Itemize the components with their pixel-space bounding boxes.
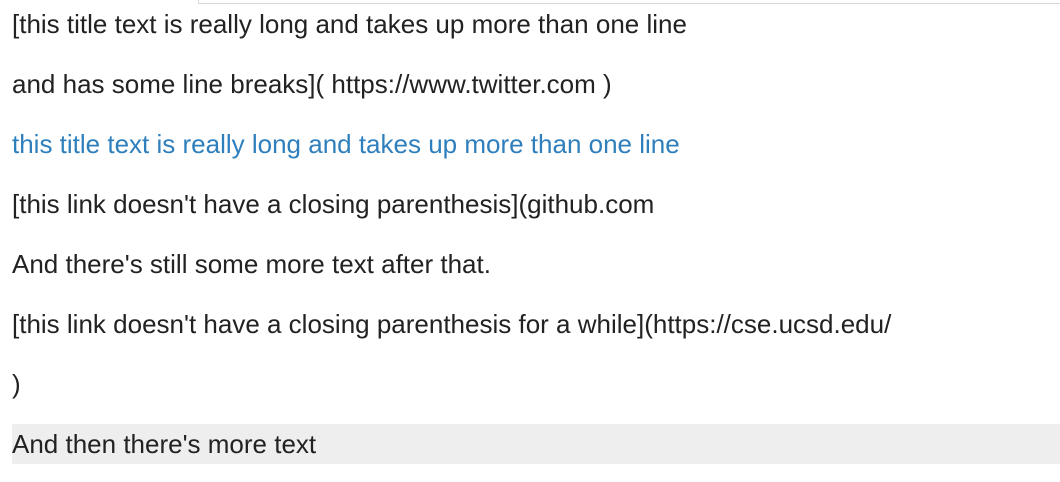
text-line-6: [this link doesn't have a closing parent…: [12, 309, 892, 339]
text-line-5: And there's still some more text after t…: [12, 249, 491, 279]
title-link[interactable]: this title text is really long and takes…: [12, 124, 680, 164]
text-line-2: and has some line breaks]( https://www.t…: [12, 69, 612, 99]
text-line-7: ): [12, 369, 21, 399]
text-line-1: [this title text is really long and take…: [12, 9, 687, 39]
highlighted-text-line: And then there's more text: [12, 424, 1060, 464]
text-line-4: [this link doesn't have a closing parent…: [12, 189, 655, 219]
